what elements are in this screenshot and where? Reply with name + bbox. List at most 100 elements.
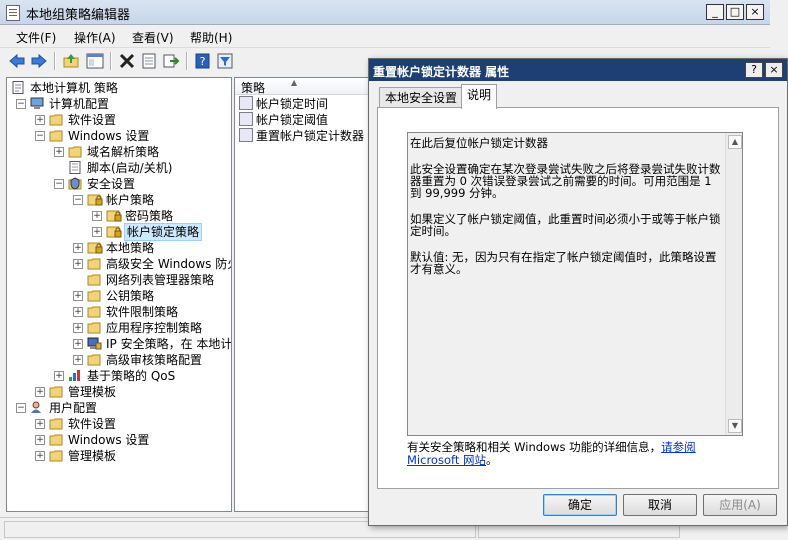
expand-icon[interactable]: + [73,307,83,317]
tree-node[interactable]: + 本地策略 [7,240,231,256]
tree-node[interactable]: − 安全设置 [7,176,231,192]
folder-icon [87,257,101,270]
tree-node[interactable]: + 管理模板 [7,448,231,464]
column-header-policy[interactable]: 策略 ▲ [235,78,375,95]
expand-icon[interactable]: + [35,451,45,461]
menu-action[interactable]: 操作(A) [74,29,116,46]
policy-list[interactable]: 策略 ▲ 帐户锁定时间 帐户锁定阈值 重置帐户锁定计数器 [234,77,376,512]
tree-node-label: 网络列表管理器策略 [106,273,215,287]
expand-icon[interactable]: + [35,419,45,429]
expand-icon[interactable]: + [73,291,83,301]
tree-node[interactable]: − 用户配置 [7,400,231,416]
tree-node[interactable]: + 应用程序控制策略 [7,320,231,336]
collapse-icon[interactable]: − [54,179,64,189]
export-icon[interactable] [162,53,180,69]
tree-node[interactable]: + 高级安全 Windows 防火墙 [7,256,231,272]
tree-node[interactable]: + 密码策略 [7,208,231,224]
folder-icon [87,273,101,286]
explain-text-box[interactable]: 在此后复位帐户锁定计数器 此安全设置确定在某次登录尝试失败之后将登录尝试失败计数… [407,132,743,436]
menu-file[interactable]: 文件(F) [16,29,56,46]
collapse-icon[interactable]: − [35,131,45,141]
tree-node-label: 管理模板 [68,385,117,399]
tree-node-label: 域名解析策略 [87,145,160,159]
tree-node[interactable]: − Windows 设置 [7,128,231,144]
list-item-label: 帐户锁定时间 [256,97,329,111]
app-icon [6,5,20,21]
expand-icon[interactable]: + [73,259,83,269]
tree-node-label: 密码策略 [125,209,174,223]
list-item[interactable]: 帐户锁定阈值 [239,112,328,128]
tree-node[interactable]: + 管理模板 [7,384,231,400]
menu-view[interactable]: 查看(V) [132,29,174,46]
expand-icon[interactable]: + [35,115,45,125]
back-icon[interactable] [8,53,26,69]
tree-node[interactable]: 本地计算机 策略 [7,80,231,96]
properties-dialog: 重置帐户锁定计数器 属性 ? × 本地安全设置 说明 在此后复位帐户锁定计数器 … [368,58,788,526]
computer-policy-icon [11,81,25,94]
apply-button[interactable]: 应用(A) [703,494,777,516]
show-hide-tree-icon[interactable] [86,53,104,69]
expand-icon[interactable]: + [54,147,64,157]
minimize-button[interactable]: _ [706,4,724,20]
console-tree[interactable]: 本地计算机 策略 − 计算机配置 + 软件设置 − Windows 设置 + 域名解析策略 脚本(… [6,77,232,512]
up-folder-icon[interactable] [62,53,80,69]
tree-node[interactable]: + 高级审核策略配置 [7,352,231,368]
folder-icon [68,145,82,158]
tab-explain[interactable]: 说明 [461,84,498,109]
tree-node[interactable]: + IP 安全策略，在 本地计算机 [7,336,231,352]
filter-icon[interactable] [216,53,234,69]
scroll-down-icon[interactable]: ▼ [728,419,742,433]
expand-icon[interactable]: + [73,243,83,253]
title-bar[interactable]: 本地组策略编辑器 _ □ × [0,0,770,25]
dialog-close-button[interactable]: × [765,62,783,78]
ok-button[interactable]: 确定 [543,494,617,516]
policy-icon [239,96,253,110]
tab-local-security-setting[interactable]: 本地安全设置 [379,87,464,108]
tree-node[interactable]: 脚本(启动/关机) [7,160,231,176]
collapse-icon[interactable]: − [16,403,26,413]
tree-node[interactable]: + 软件限制策略 [7,304,231,320]
tree-node-label: Windows 设置 [68,129,150,143]
expand-icon[interactable]: + [35,387,45,397]
expand-icon[interactable]: + [92,211,102,221]
expand-icon[interactable]: + [54,371,64,381]
collapse-icon[interactable]: − [16,99,26,109]
tree-node[interactable]: + 域名解析策略 [7,144,231,160]
expand-icon[interactable]: + [35,435,45,445]
delete-icon[interactable] [118,53,136,69]
expand-icon[interactable]: + [73,339,83,349]
close-button[interactable]: × [746,4,764,20]
menu-help[interactable]: 帮助(H) [190,29,232,46]
folder-icon [49,417,63,430]
vertical-scrollbar[interactable]: ▲ ▼ [725,133,742,435]
tree-node[interactable]: 网络列表管理器策略 [7,272,231,288]
tree-node[interactable]: + 软件设置 [7,112,231,128]
dialog-help-button[interactable]: ? [745,62,763,78]
cancel-button[interactable]: 取消 [623,494,697,516]
collapse-icon[interactable]: − [73,195,83,205]
folder-icon [49,433,63,446]
maximize-button[interactable]: □ [726,4,744,20]
tree-node[interactable]: + 公钥策略 [7,288,231,304]
expand-icon[interactable]: + [73,355,83,365]
tree-node[interactable]: + Windows 设置 [7,432,231,448]
tree-node-label: 安全设置 [87,177,136,191]
explain-paragraph-2: 如果定义了帐户锁定阈值，此重置时间必须小于或等于帐户锁定时间。 [410,212,721,238]
expand-icon[interactable]: + [73,323,83,333]
tree-node-label: 帐户锁定策略 [123,223,203,241]
help-icon[interactable]: ? [194,53,212,69]
tree-node[interactable]: − 计算机配置 [7,96,231,112]
tree-node[interactable]: + 软件设置 [7,416,231,432]
scroll-up-icon[interactable]: ▲ [728,135,742,149]
tree-node-label: 高级安全 Windows 防火墙 [106,257,231,271]
properties-icon[interactable] [140,53,158,69]
list-item[interactable]: 帐户锁定时间 [239,96,328,112]
tree-node[interactable]: + 帐户锁定策略 [7,223,231,241]
expand-icon[interactable]: + [92,227,102,237]
tree-node[interactable]: + 基于策略的 QoS [7,368,231,384]
list-item[interactable]: 重置帐户锁定计数器 [239,128,364,144]
script-icon [68,161,82,174]
forward-icon[interactable] [30,53,48,69]
tree-node[interactable]: − 帐户策略 [7,192,231,208]
dialog-title-bar[interactable]: 重置帐户锁定计数器 属性 ? × [369,59,787,81]
